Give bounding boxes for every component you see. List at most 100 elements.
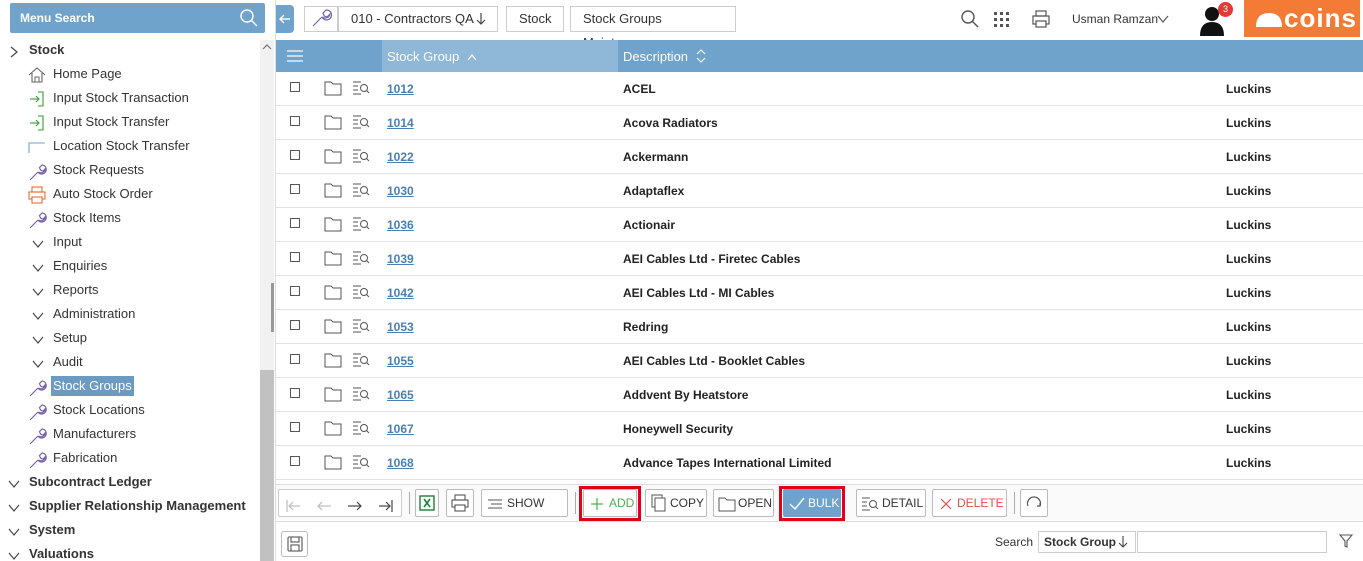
chevron-down-icon[interactable]: [31, 355, 45, 369]
table-row[interactable]: 1030 Adaptaflex Luckins: [276, 174, 1363, 208]
folder-icon[interactable]: [324, 352, 342, 371]
folder-icon[interactable]: [324, 284, 342, 303]
stock-group-link[interactable]: 1055: [387, 354, 414, 368]
bulk-button[interactable]: BULK: [783, 489, 841, 517]
chevron-right-icon[interactable]: [7, 43, 21, 58]
sidebar-item-subcontract-ledger[interactable]: Subcontract Ledger: [0, 470, 259, 494]
chevron-down-icon[interactable]: [31, 235, 45, 249]
breadcrumb-module[interactable]: Stock: [506, 6, 564, 32]
copy-button[interactable]: COPY: [645, 489, 707, 517]
sidebar-item-audit[interactable]: Audit: [0, 350, 259, 374]
sidebar-item-location-stock-transfer[interactable]: Location Stock Transfer: [0, 134, 259, 158]
sidebar-item-supplier-relationship-management[interactable]: Supplier Relationship Management: [0, 494, 259, 518]
sidebar-item-fabrication[interactable]: Fabrication: [0, 446, 259, 470]
detail-search-icon[interactable]: [352, 421, 370, 438]
user-name[interactable]: Usman Ramzan: [1072, 12, 1158, 26]
sidebar-item-input-stock-transfer[interactable]: Input Stock Transfer: [0, 110, 259, 134]
search-input[interactable]: [1137, 531, 1327, 553]
printer-icon[interactable]: [1031, 9, 1051, 32]
row-checkbox[interactable]: [290, 116, 300, 126]
show-all-button[interactable]: SHOW ALL: [481, 489, 568, 536]
menu-search-box[interactable]: Menu Search: [10, 3, 265, 33]
search-icon[interactable]: [960, 9, 980, 32]
sidebar-item-home-page[interactable]: Home Page: [0, 62, 259, 86]
apps-grid-icon[interactable]: [993, 11, 1011, 32]
sidebar-item-stock-groups[interactable]: Stock Groups: [0, 374, 259, 398]
detail-search-icon[interactable]: [352, 319, 370, 336]
stock-group-link[interactable]: 1036: [387, 218, 414, 232]
chevron-down-icon[interactable]: [31, 259, 45, 273]
sidebar-item-administration[interactable]: Administration: [0, 302, 259, 326]
row-checkbox[interactable]: [290, 422, 300, 432]
sidebar-item-input[interactable]: Input: [0, 230, 259, 254]
first-page-icon[interactable]: [285, 496, 301, 522]
table-row[interactable]: 1039 AEI Cables Ltd - Firetec Cables Lucki…: [276, 242, 1363, 276]
stock-group-link[interactable]: 1022: [387, 150, 414, 164]
sidebar-item-reports[interactable]: Reports: [0, 278, 259, 302]
row-checkbox[interactable]: [290, 286, 300, 296]
next-page-icon[interactable]: [347, 496, 363, 522]
breadcrumb-company[interactable]: 010 - Contractors QA: [338, 6, 498, 32]
detail-search-icon[interactable]: [352, 81, 370, 98]
row-checkbox[interactable]: [290, 354, 300, 364]
stock-group-link[interactable]: 1065: [387, 388, 414, 402]
column-header-stock-group[interactable]: Stock Group: [387, 49, 477, 64]
filter-icon[interactable]: [1338, 534, 1354, 551]
row-checkbox[interactable]: [290, 218, 300, 228]
folder-icon[interactable]: [324, 148, 342, 167]
row-checkbox[interactable]: [290, 320, 300, 330]
table-row[interactable]: 1065 Addvent By Heatstore Luckins: [276, 378, 1363, 412]
stock-group-link[interactable]: 1053: [387, 320, 414, 334]
sidebar-item-setup[interactable]: Setup: [0, 326, 259, 350]
sidebar-item-enquiries[interactable]: Enquiries: [0, 254, 259, 278]
stock-group-link[interactable]: 1030: [387, 184, 414, 198]
sidebar-item-input-stock-transaction[interactable]: Input Stock Transaction: [0, 86, 259, 110]
notification-badge[interactable]: 3: [1218, 2, 1233, 17]
sidebar-scroll-thumb[interactable]: [260, 370, 274, 561]
detail-search-icon[interactable]: [352, 183, 370, 200]
export-excel-button[interactable]: [415, 489, 439, 517]
print-button[interactable]: [446, 489, 474, 517]
detail-button[interactable]: DETAIL: [856, 489, 926, 517]
sidebar-item-stock-locations[interactable]: Stock Locations: [0, 398, 259, 422]
table-row[interactable]: 1055 AEI Cables Ltd - Booklet Cables Lucki…: [276, 344, 1363, 378]
chevron-down-icon[interactable]: [7, 523, 21, 537]
folder-icon[interactable]: [324, 454, 342, 473]
folder-icon[interactable]: [324, 216, 342, 235]
sidebar-splitter[interactable]: [271, 283, 274, 332]
chevron-down-icon[interactable]: [7, 547, 21, 561]
folder-icon[interactable]: [324, 386, 342, 405]
last-page-icon[interactable]: [378, 496, 394, 522]
chevron-down-icon[interactable]: [7, 475, 21, 489]
sidebar-item-stock-items[interactable]: Stock Items: [0, 206, 259, 230]
stock-group-link[interactable]: 1014: [387, 116, 414, 130]
folder-icon[interactable]: [324, 318, 342, 337]
table-row[interactable]: 1053 Redring Luckins: [276, 310, 1363, 344]
detail-search-icon[interactable]: [352, 387, 370, 404]
sidebar-item-stock-requests[interactable]: Stock Requests: [0, 158, 259, 182]
table-row[interactable]: 1022 Ackermann Luckins: [276, 140, 1363, 174]
folder-icon[interactable]: [324, 250, 342, 269]
table-row[interactable]: 1012 ACEL Luckins: [276, 72, 1363, 106]
detail-search-icon[interactable]: [352, 251, 370, 268]
chevron-down-icon[interactable]: [31, 331, 45, 345]
table-row[interactable]: 1067 Honeywell Security Luckins: [276, 412, 1363, 446]
sidebar-item-valuations[interactable]: Valuations: [0, 542, 259, 561]
refresh-button[interactable]: [1020, 489, 1048, 517]
chevron-down-icon[interactable]: [31, 283, 45, 297]
chevron-down-icon[interactable]: [1157, 12, 1169, 27]
detail-search-icon[interactable]: [352, 115, 370, 132]
chevron-down-icon[interactable]: [31, 307, 45, 321]
row-checkbox[interactable]: [290, 82, 300, 92]
folder-icon[interactable]: [324, 80, 342, 99]
detail-search-icon[interactable]: [352, 217, 370, 234]
delete-button[interactable]: DELETE: [932, 489, 1007, 517]
sidebar-item-stock[interactable]: Stock: [0, 38, 259, 62]
detail-search-icon[interactable]: [352, 149, 370, 166]
detail-search-icon[interactable]: [352, 455, 370, 472]
column-header-description[interactable]: Description: [623, 49, 706, 64]
open-button[interactable]: OPEN: [713, 489, 774, 517]
row-checkbox[interactable]: [290, 252, 300, 262]
breadcrumb-home[interactable]: [304, 6, 338, 32]
folder-icon[interactable]: [324, 182, 342, 201]
